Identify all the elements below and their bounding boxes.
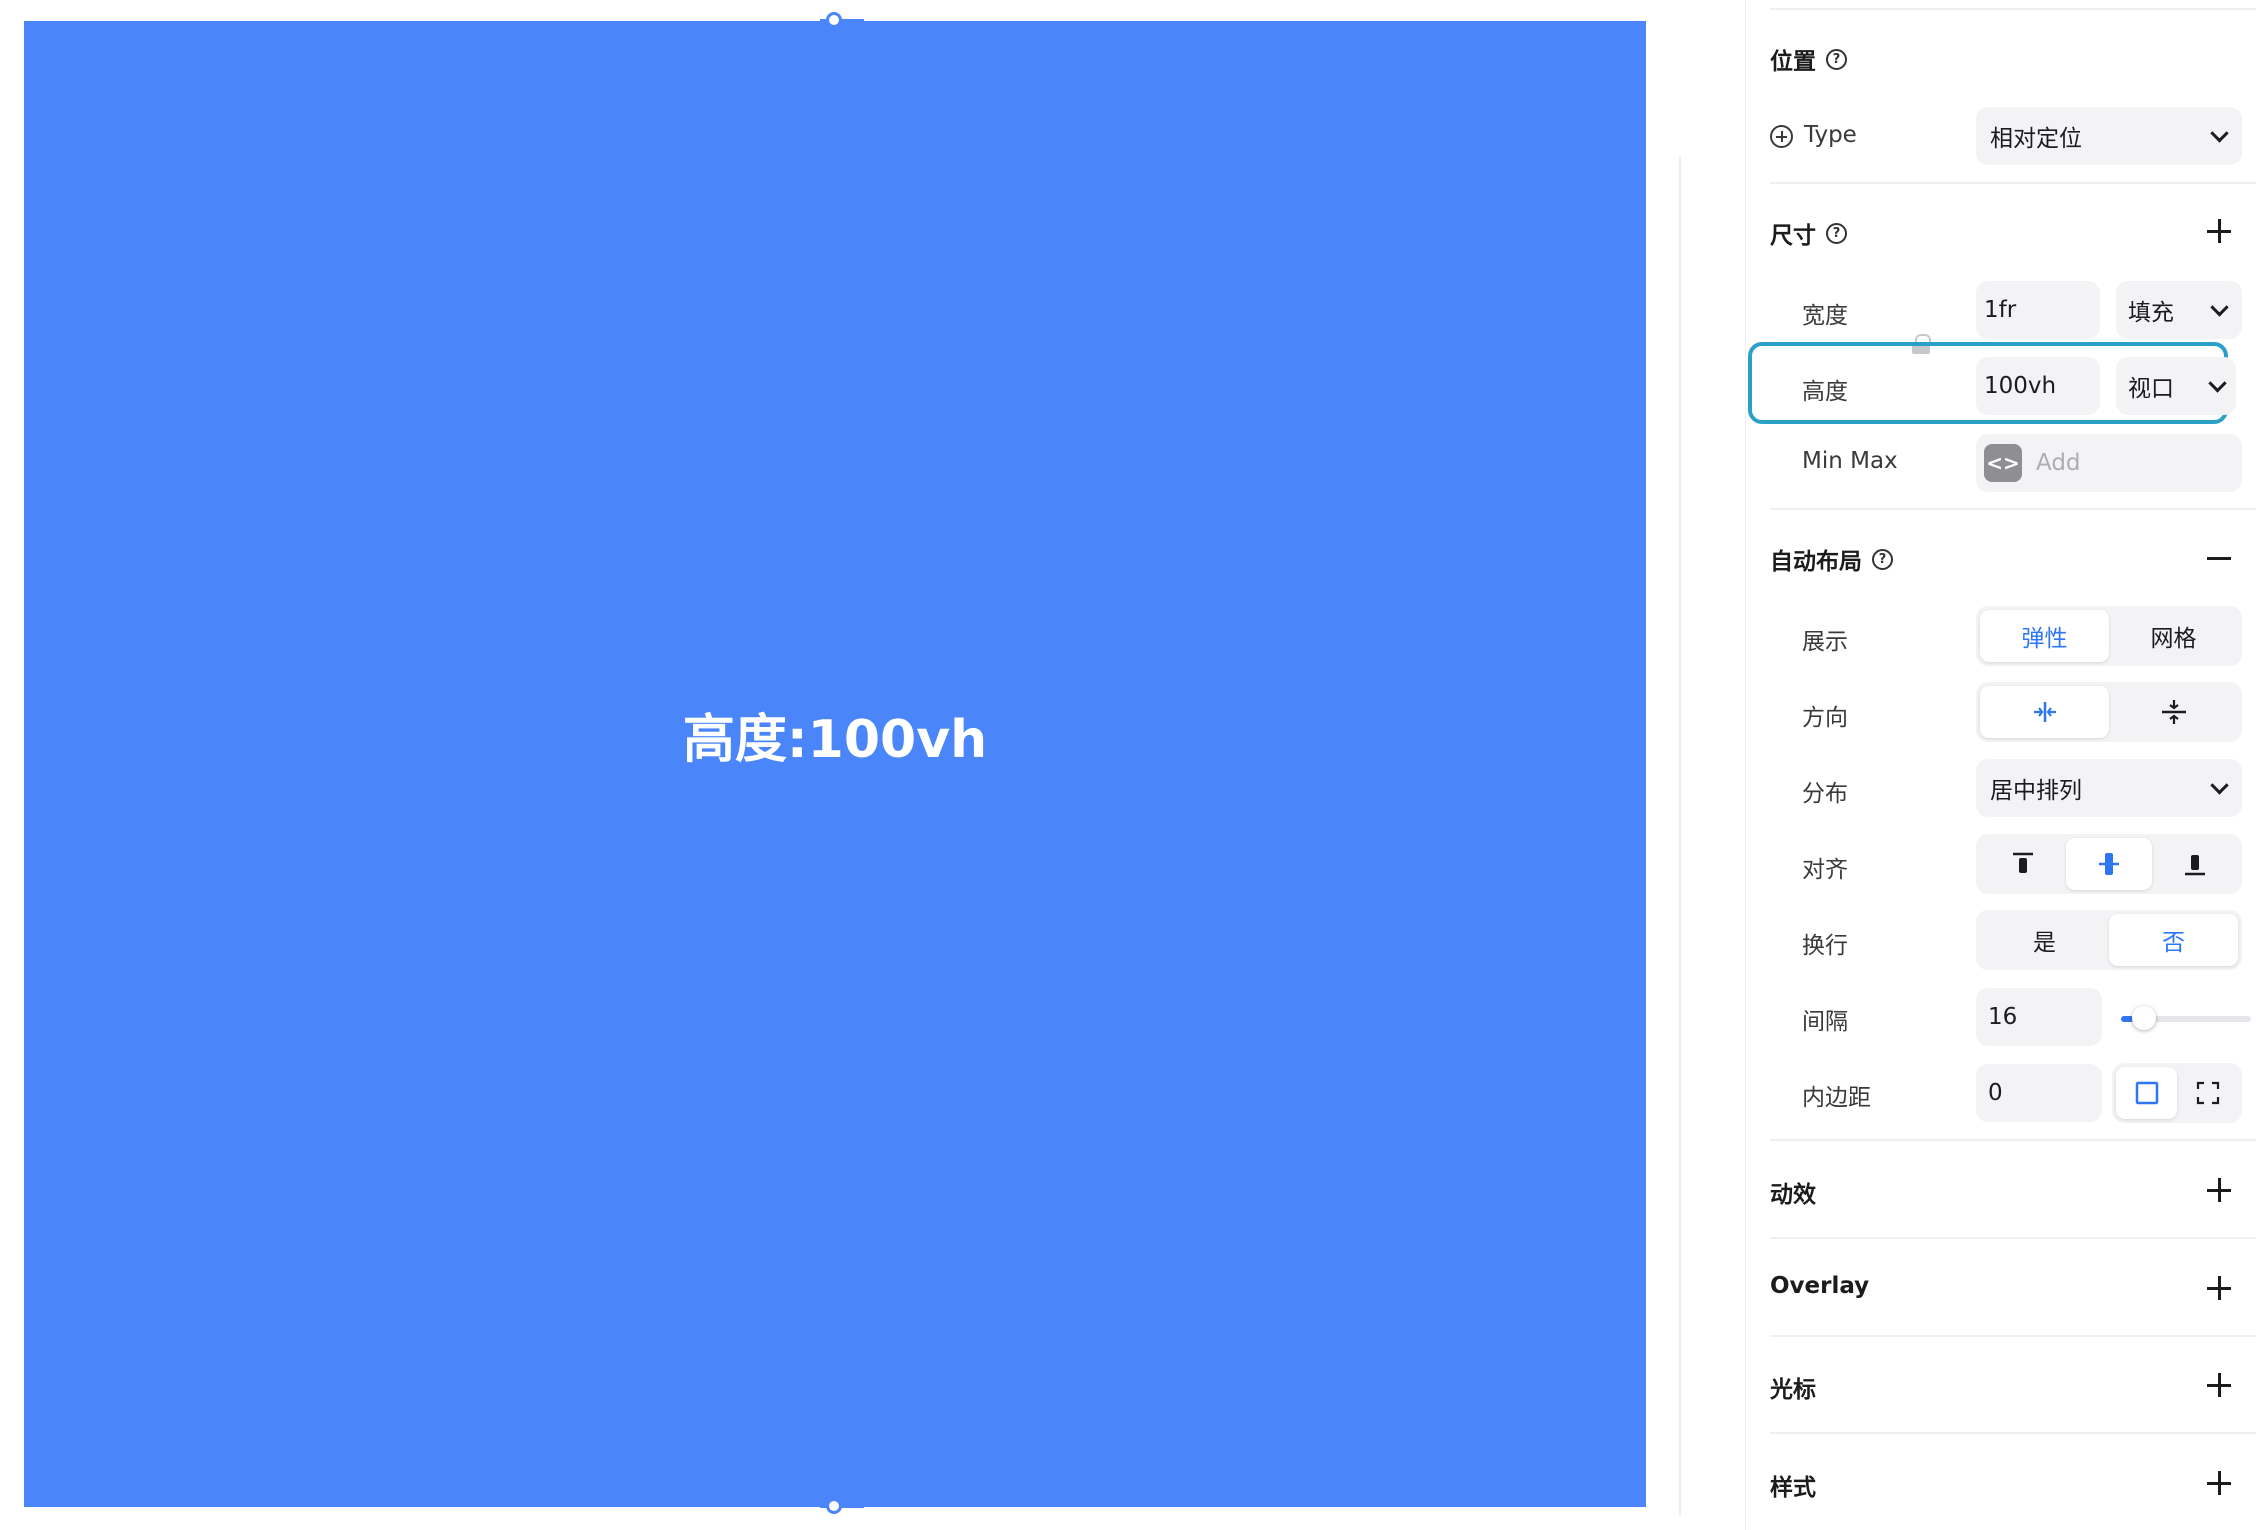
chevron-down-icon: [2210, 124, 2229, 143]
canvas-scrollbar[interactable]: [1679, 156, 1681, 1516]
width-mode-value: 填充: [2128, 300, 2174, 326]
collapse-minus-icon[interactable]: [2206, 545, 2232, 571]
bottom-resize-handle[interactable]: [826, 1498, 842, 1514]
padding-value: 0: [1988, 1080, 2003, 1106]
canvas-area[interactable]: 高度:100vh: [0, 0, 1680, 1530]
direction-vertical-option[interactable]: [2109, 686, 2238, 738]
direction-segmented-control: [1976, 682, 2242, 742]
align-bottom-option[interactable]: [2152, 838, 2238, 890]
selected-frame[interactable]: 高度:100vh: [24, 21, 1646, 1507]
height-label: 高度: [1802, 379, 1848, 405]
width-input[interactable]: 1fr: [1976, 281, 2100, 339]
add-size-plus-icon[interactable]: [2206, 218, 2232, 244]
position-type-value: 相对定位: [1990, 126, 2082, 152]
divider: [1770, 1432, 2256, 1434]
distribute-select[interactable]: 居中排列: [1976, 759, 2242, 817]
cursor-section-title[interactable]: 光标: [1770, 1370, 1816, 1404]
display-grid-option[interactable]: 网格: [2109, 610, 2238, 662]
corners-icon: [2196, 1081, 2219, 1105]
code-icon: <>: [1984, 444, 2022, 482]
width-mode-select[interactable]: 填充: [2116, 281, 2242, 339]
wrap-yes-option[interactable]: 是: [1980, 914, 2109, 966]
gap-slider[interactable]: [2121, 1006, 2251, 1030]
horizontal-direction-icon: [2033, 702, 2056, 722]
display-label: 展示: [1802, 629, 1848, 655]
wrap-no-option[interactable]: 否: [2109, 914, 2238, 966]
height-value: 100vh: [1984, 373, 2057, 399]
distribute-value: 居中排列: [1990, 778, 2082, 804]
chevron-down-icon: [2210, 776, 2229, 795]
style-section-title[interactable]: 样式: [1770, 1468, 1816, 1502]
position-type-select[interactable]: 相对定位: [1976, 107, 2242, 165]
add-style-plus-icon[interactable]: [2206, 1470, 2232, 1496]
display-flex-option[interactable]: 弹性: [1980, 610, 2109, 662]
frame-text: 高度:100vh: [682, 709, 988, 770]
divider: [1770, 1335, 2256, 1337]
chevron-down-icon: [2210, 298, 2229, 317]
type-label: Type: [1804, 122, 1857, 148]
auto-layout-section-title: 自动布局 ?: [1770, 542, 1893, 576]
align-top-option[interactable]: [1980, 838, 2066, 890]
help-icon[interactable]: ?: [1826, 222, 1847, 244]
height-mode-value: 视口: [2128, 376, 2174, 402]
animation-title: 动效: [1770, 1182, 1816, 1208]
vertical-direction-icon: [2161, 700, 2186, 724]
auto-layout-title: 自动布局: [1770, 549, 1862, 575]
chevron-down-icon: [2208, 374, 2227, 393]
minmax-label: Min Max: [1802, 448, 1898, 474]
gap-value: 16: [1988, 1004, 2018, 1030]
overlay-title: Overlay: [1770, 1273, 1870, 1299]
height-mode-select[interactable]: 视口: [2116, 357, 2236, 415]
divider: [1770, 1139, 2256, 1141]
wrap-segmented-control: 是 否: [1976, 910, 2242, 970]
add-overlay-plus-icon[interactable]: [2206, 1275, 2232, 1301]
display-segmented-control: 弹性 网格: [1976, 606, 2242, 666]
help-icon[interactable]: ?: [1826, 48, 1847, 70]
width-label: 宽度: [1802, 303, 1848, 329]
wrap-label: 换行: [1802, 933, 1848, 959]
add-cursor-plus-icon[interactable]: [2206, 1372, 2232, 1398]
align-label: 对齐: [1802, 857, 1848, 883]
position-section-title: 位置 ?: [1770, 42, 1847, 76]
distribute-label: 分布: [1802, 781, 1848, 807]
size-section-title: 尺寸 ?: [1770, 216, 1847, 250]
size-title: 尺寸: [1770, 223, 1816, 249]
direction-horizontal-option[interactable]: [1980, 686, 2109, 738]
top-resize-handle[interactable]: [826, 12, 842, 28]
gap-label: 间隔: [1802, 1009, 1848, 1035]
align-segmented-control: [1976, 834, 2242, 894]
add-animation-plus-icon[interactable]: [2206, 1177, 2232, 1203]
minmax-placeholder: Add: [2036, 450, 2081, 476]
align-bottom-icon: [2185, 855, 2205, 876]
inspector-panel: 位置 ? Type 相对定位 尺寸 ? 宽度 1fr 填充 高度 100vh 视…: [1746, 0, 2262, 1530]
padding-mode-control: [2112, 1063, 2242, 1123]
align-center-icon: [2099, 853, 2119, 875]
divider: [1770, 8, 2256, 10]
style-title: 样式: [1770, 1475, 1816, 1501]
align-top-icon: [2013, 852, 2033, 873]
padding-individual-option[interactable]: [2177, 1067, 2238, 1119]
help-icon[interactable]: ?: [1872, 548, 1893, 570]
gap-input[interactable]: 16: [1976, 988, 2102, 1046]
minmax-add-field[interactable]: <> Add: [1976, 434, 2242, 492]
cursor-title: 光标: [1770, 1377, 1816, 1403]
divider: [1770, 508, 2256, 510]
height-input[interactable]: 100vh: [1976, 357, 2100, 415]
animation-section-title[interactable]: 动效: [1770, 1175, 1816, 1209]
padding-uniform-option[interactable]: [2116, 1067, 2177, 1119]
overlay-section-title[interactable]: Overlay: [1770, 1273, 1869, 1299]
gap-slider-thumb[interactable]: [2132, 1006, 2156, 1030]
padding-input[interactable]: 0: [1976, 1064, 2102, 1122]
align-center-option[interactable]: [2066, 838, 2152, 890]
divider: [1770, 1237, 2256, 1239]
padding-label: 内边距: [1802, 1085, 1871, 1111]
position-title: 位置: [1770, 49, 1816, 75]
direction-label: 方向: [1802, 705, 1848, 731]
square-icon: [2135, 1081, 2158, 1105]
plus-circle-icon[interactable]: [1770, 125, 1793, 148]
divider: [1770, 182, 2256, 184]
width-value: 1fr: [1984, 297, 2017, 323]
